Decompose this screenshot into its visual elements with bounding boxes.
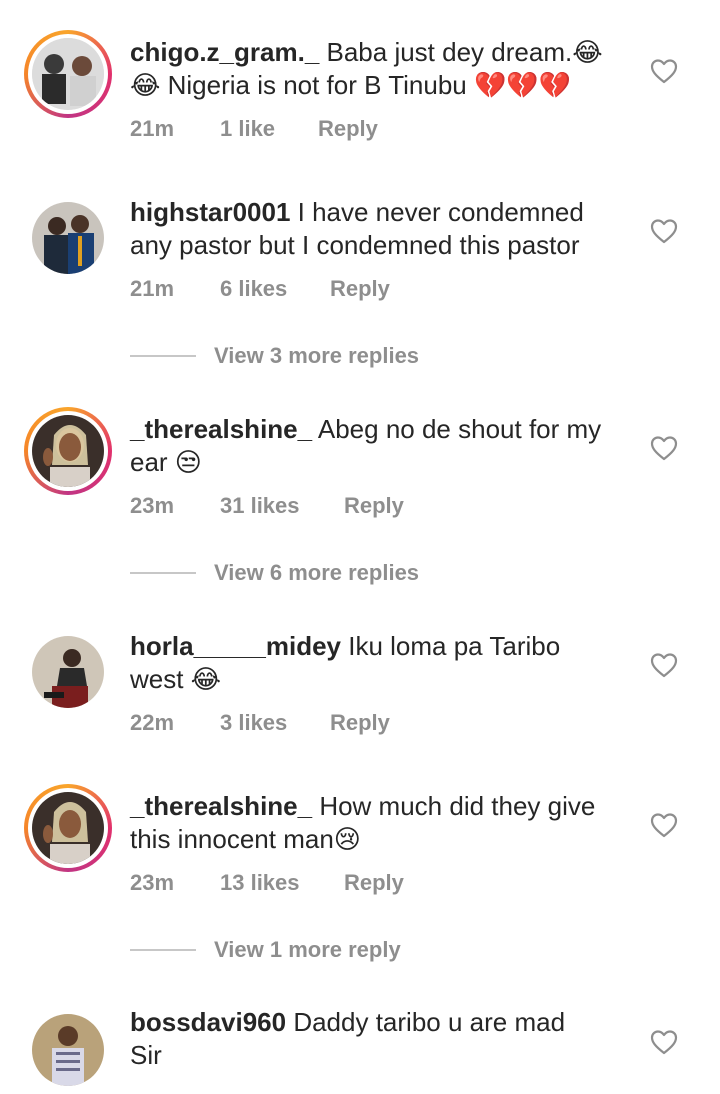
comment-body-line2: 😂 Nigeria is not for B Tinubu 💔💔💔 [130, 70, 572, 100]
view-more-label[interactable]: View 6 more replies [214, 560, 419, 586]
reply-button[interactable]: Reply [344, 870, 404, 896]
comment-username[interactable]: _therealshine_ [130, 791, 312, 821]
heart-outline-icon[interactable] [650, 1029, 678, 1055]
reply-button[interactable]: Reply [330, 710, 390, 736]
reply-button[interactable]: Reply [344, 493, 404, 519]
comment-body-line2: west 😂 [130, 664, 222, 694]
comment-body: Abeg no de shout for my [312, 414, 602, 444]
heart-outline-icon[interactable] [650, 652, 678, 678]
comment-time: 23m [130, 493, 175, 518]
view-more-replies[interactable]: View 3 more replies [130, 343, 419, 369]
avatar-story-ring[interactable] [24, 30, 112, 118]
avatar-story-ring[interactable] [24, 407, 112, 495]
comment-meta: 23m 31 likes Reply [130, 493, 404, 519]
comment-text: horla_____midey Iku loma pa Taribo west … [130, 630, 630, 696]
comment-username[interactable]: chigo.z_gram._ [130, 37, 319, 67]
comment-likes[interactable]: 1 like [220, 116, 318, 142]
comment-meta: 21m 6 likes Reply [130, 276, 390, 302]
avatar [32, 636, 104, 708]
view-more-replies[interactable]: View 1 more reply [130, 937, 401, 963]
avatar-wrap[interactable] [24, 628, 112, 716]
comment-body-line2: Sir [130, 1040, 162, 1070]
heart-outline-icon[interactable] [650, 435, 678, 461]
divider-line [130, 949, 196, 951]
comment-text: _therealshine_ Abeg no de shout for my e… [130, 413, 630, 479]
avatar [32, 202, 104, 274]
comment-time: 22m [130, 710, 175, 735]
view-more-label[interactable]: View 3 more replies [214, 343, 419, 369]
avatar [32, 415, 104, 487]
comment-username[interactable]: horla_____midey [130, 631, 341, 661]
comment-body: Iku loma pa Taribo [341, 631, 561, 661]
comment-likes[interactable]: 3 likes [220, 710, 330, 736]
comment-username[interactable]: _therealshine_ [130, 414, 312, 444]
view-more-replies[interactable]: View 6 more replies [130, 560, 419, 586]
comment-body: I have never condemned [290, 197, 584, 227]
avatar [32, 792, 104, 864]
comment-likes[interactable]: 31 likes [220, 493, 344, 519]
comment-username[interactable]: bossdavi960 [130, 1007, 286, 1037]
reply-button[interactable]: Reply [330, 276, 390, 302]
comment-likes[interactable]: 6 likes [220, 276, 330, 302]
view-more-label[interactable]: View 1 more reply [214, 937, 401, 963]
comment-time: 21m [130, 276, 175, 301]
heart-outline-icon[interactable] [650, 218, 678, 244]
divider-line [130, 355, 196, 357]
comment-time: 23m [130, 870, 175, 895]
heart-outline-icon[interactable] [650, 58, 678, 84]
reply-button[interactable]: Reply [318, 116, 378, 142]
avatar [32, 1014, 104, 1086]
comment-meta: 22m 3 likes Reply [130, 710, 390, 736]
divider-line [130, 572, 196, 574]
comment-meta: 21m 1 like Reply [130, 116, 378, 142]
comment-meta: 23m 13 likes Reply [130, 870, 404, 896]
comment-body-line2: this innocent man😢 [130, 824, 361, 854]
comment-username[interactable]: highstar0001 [130, 197, 290, 227]
comment-body-line2: ear 😒 [130, 447, 202, 477]
comment-text: chigo.z_gram._ Baba just dey dream.😂 😂 N… [130, 36, 630, 102]
comment-body: Baba just dey dream.😂 [319, 37, 603, 67]
avatar-wrap[interactable] [24, 1006, 112, 1094]
comment-text: bossdavi960 Daddy taribo u are mad Sir [130, 1006, 630, 1072]
comment-text: highstar0001 I have never condemned any … [130, 196, 630, 262]
comment-body: Daddy taribo u are mad [286, 1007, 566, 1037]
comment-body: How much did they give [312, 791, 596, 821]
comment-likes[interactable]: 13 likes [220, 870, 344, 896]
heart-outline-icon[interactable] [650, 812, 678, 838]
comment-body-line2: any pastor but I condemned this pastor [130, 230, 580, 260]
avatar [32, 38, 104, 110]
avatar-story-ring[interactable] [24, 784, 112, 872]
avatar-wrap[interactable] [24, 194, 112, 282]
comment-time: 21m [130, 116, 175, 141]
comment-text: _therealshine_ How much did they give th… [130, 790, 630, 856]
